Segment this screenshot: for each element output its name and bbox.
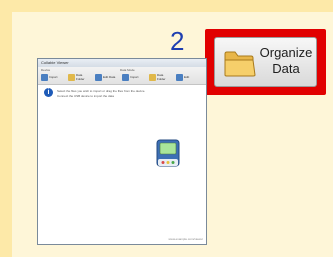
organize-data-button[interactable]: Organize Data [214,37,317,87]
folder-icon [149,73,156,81]
info-message: i Select the files you wish to import or… [44,88,204,102]
import-icon [122,73,129,81]
app-toolbar: Device Data Mode Import Data Folder Edit… [38,67,206,85]
toolbar-button-data-folder-2[interactable]: Data Folder [149,72,171,82]
edit-icon [95,73,102,81]
app-window-preview: Collabie Viewer Device Data Mode Import … [37,58,207,245]
toolbar-button-label: Data Folder [157,73,166,81]
toolbar-button-label: Data Folder [76,73,85,81]
info-line-2: Connect the USB device to import the dat… [57,94,114,98]
status-text: www.example.com/viewer [168,237,203,241]
toolbar-button-edit-data[interactable]: Edit Data [95,72,117,82]
toolbar-button-import[interactable]: Import [41,72,63,82]
edit-icon [176,73,183,81]
info-icon: i [44,88,53,97]
toolbar-button-label: Import [130,75,139,79]
window-title: Collabie Viewer [38,59,206,67]
toolbar-button-label: Edit [184,75,190,79]
step-number: 2 [170,26,185,56]
organize-data-label: Organize Data [259,45,313,76]
import-icon [41,73,48,81]
info-line-1: Select the files you wish to import or d… [57,89,146,93]
folder-icon [224,51,256,77]
toolbar-button-data-folder[interactable]: Data Folder [68,72,90,82]
toolbar-button-edit[interactable]: Edit [176,72,198,82]
toolbar-button-label: Edit Data [103,75,116,79]
device-icon [156,139,180,167]
toolbar-button-import-2[interactable]: Import [122,72,144,82]
toolbar-button-label: Import [49,75,58,79]
folder-icon [68,73,75,81]
